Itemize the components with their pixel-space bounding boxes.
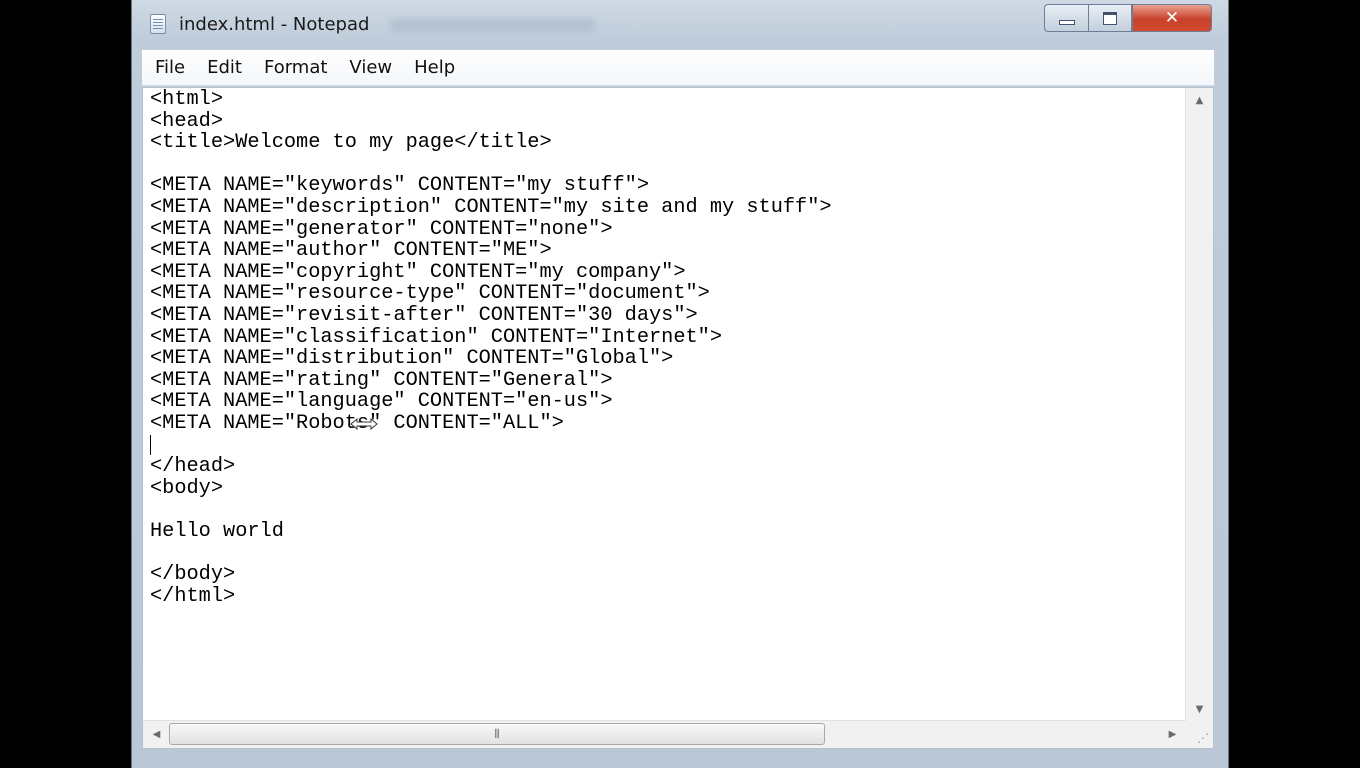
close-icon: ✕ <box>1164 8 1180 28</box>
code-line: <title>Welcome to my page</title> <box>150 131 552 155</box>
menu-edit[interactable]: Edit <box>207 57 242 78</box>
size-grip[interactable] <box>1186 721 1213 748</box>
code-line: <META NAME="description" CONTENT="my sit… <box>150 195 832 219</box>
maximize-button[interactable] <box>1088 4 1132 32</box>
resize-cursor-icon <box>350 418 378 430</box>
scroll-up-icon[interactable]: ▲ <box>1186 90 1213 110</box>
code-line: <META NAME="language" CONTENT="en-us"> <box>150 390 613 414</box>
code-line: <body> <box>150 476 224 500</box>
minimize-button[interactable] <box>1044 4 1088 32</box>
text-editor[interactable]: <html> <head> <title>Welcome to my page<… <box>142 87 1214 749</box>
code-line: <html> <box>150 89 224 111</box>
code-line: Hello world <box>150 519 284 543</box>
menu-help[interactable]: Help <box>414 57 455 78</box>
code-line: </body> <box>150 563 236 587</box>
blurred-title-region <box>390 18 595 32</box>
code-line: <META NAME="author" CONTENT="ME"> <box>150 239 552 263</box>
code-line: <META NAME="classification" CONTENT="Int… <box>150 325 723 349</box>
code-line: <META NAME="keywords" CONTENT="my stuff"… <box>150 174 649 198</box>
scroll-down-icon[interactable]: ▼ <box>1186 699 1213 719</box>
code-line: <META NAME="copyright" CONTENT="my compa… <box>150 260 686 284</box>
scroll-left-icon[interactable]: ◀ <box>143 724 170 744</box>
menu-bar: File Edit Format View Help <box>142 50 1214 86</box>
code-line: <META NAME="distribution" CONTENT="Globa… <box>150 347 674 371</box>
code-line: <META NAME="resource-type" CONTENT="docu… <box>150 282 710 306</box>
code-line: <head> <box>150 109 224 133</box>
code-line: </head> <box>150 455 236 479</box>
code-line: <META NAME="generator" CONTENT="none"> <box>150 217 613 241</box>
code-line: <META NAME="Robots" CONTENT="ALL"> <box>150 411 564 435</box>
code-line: </html> <box>150 584 236 608</box>
close-button[interactable]: ✕ <box>1132 4 1212 32</box>
title-bar[interactable]: index.html - Notepad ✕ <box>132 0 1228 50</box>
document-text[interactable]: <html> <head> <title>Welcome to my page<… <box>150 89 1185 722</box>
menu-format[interactable]: Format <box>264 57 327 78</box>
menu-view[interactable]: View <box>349 57 392 78</box>
text-caret <box>150 435 151 455</box>
code-line: <META NAME="revisit-after" CONTENT="30 d… <box>150 303 698 327</box>
menu-file[interactable]: File <box>155 57 185 78</box>
horizontal-scrollbar[interactable]: ◀ ⦀ ▶ <box>143 720 1186 748</box>
window-title: index.html - Notepad <box>179 14 370 35</box>
notepad-window: index.html - Notepad ✕ File Edit Format … <box>131 0 1229 768</box>
minimize-icon <box>1058 19 1075 25</box>
scroll-right-icon[interactable]: ▶ <box>1159 724 1186 744</box>
maximize-icon <box>1103 11 1117 25</box>
horizontal-scroll-thumb[interactable]: ⦀ <box>169 723 825 745</box>
code-line: <META NAME="rating" CONTENT="General"> <box>150 368 613 392</box>
notepad-icon[interactable] <box>150 14 166 34</box>
grip-icon: ⦀ <box>494 726 500 741</box>
vertical-scrollbar[interactable]: ▲ ▼ <box>1185 88 1213 721</box>
